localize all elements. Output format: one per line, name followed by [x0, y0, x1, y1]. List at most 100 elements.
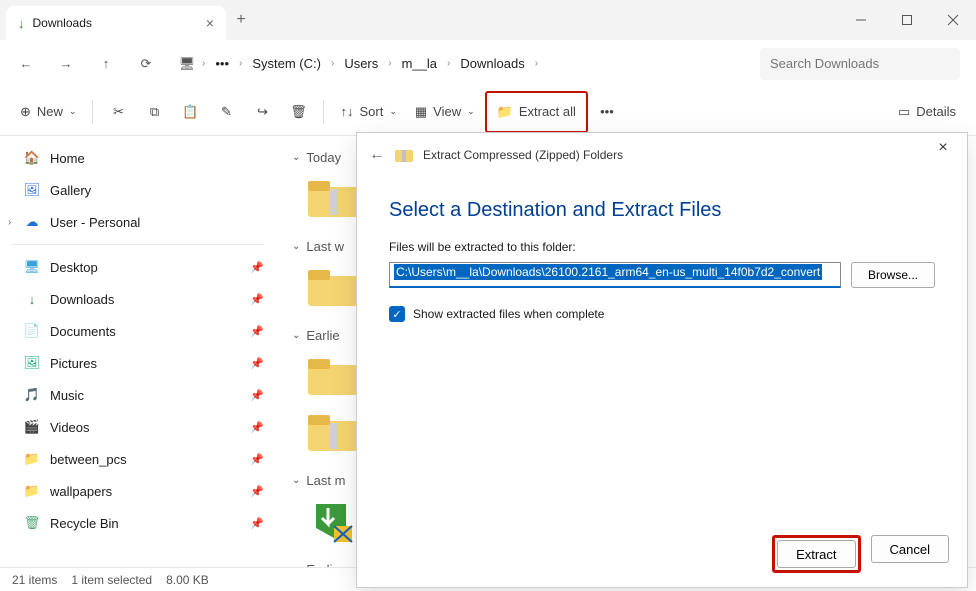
sidebar-label: Music: [50, 388, 84, 403]
cancel-button[interactable]: Cancel: [871, 535, 949, 563]
sidebar-item-downloads[interactable]: ↓Downloads📌: [0, 283, 276, 315]
cloud-icon: ☁: [24, 214, 40, 230]
zip-folder-icon[interactable]: [304, 175, 364, 221]
sidebar-item-home[interactable]: 🏠 Home: [0, 142, 276, 174]
chevron-down-icon: ⌄: [292, 241, 300, 252]
sidebar-label: Gallery: [50, 183, 91, 198]
chevron-right-icon: ›: [202, 58, 205, 69]
pin-icon: 📌: [250, 389, 264, 402]
sidebar-item-folder[interactable]: 📁between_pcs📌: [0, 443, 276, 475]
breadcrumb[interactable]: 🖥 › ••• › System (C:) › Users › m__la › …: [168, 47, 756, 81]
destination-input[interactable]: C:\Users\m__la\Downloads\26100.2161_arm6…: [389, 262, 841, 288]
nav-back-button[interactable]: ←: [8, 46, 44, 82]
minimize-button[interactable]: [838, 0, 884, 40]
paste-button[interactable]: 📋: [173, 95, 207, 129]
pin-icon: 📌: [250, 357, 264, 370]
sidebar-label: Home: [50, 151, 85, 166]
path-label: Files will be extracted to this folder:: [389, 240, 935, 254]
pin-icon: 📌: [250, 517, 264, 530]
chevron-right-icon: ›: [331, 58, 334, 69]
toolbar: ⊕ New ⌄ ✂ ⧉ 📋 ✎ ↪ 🗑 ↑↓ Sort ⌄ ▦ View ⌄ 📁…: [0, 88, 976, 136]
selection-info: 1 item selected: [71, 573, 152, 587]
installer-icon[interactable]: [304, 498, 364, 544]
sidebar-item-music[interactable]: 🎵 Music 📌: [0, 379, 276, 411]
rename-button[interactable]: ✎: [209, 95, 243, 129]
new-button[interactable]: ⊕ New ⌄: [12, 95, 84, 129]
sidebar-item-desktop[interactable]: 🖥Desktop📌: [0, 251, 276, 283]
sidebar-item-gallery[interactable]: 🖼 Gallery: [0, 174, 276, 206]
share-button[interactable]: ↪: [245, 95, 279, 129]
close-button[interactable]: [930, 0, 976, 40]
browse-button[interactable]: Browse...: [851, 262, 935, 288]
tab-title: Downloads: [33, 16, 198, 30]
pictures-icon: 🖼: [24, 355, 40, 371]
chevron-down-icon: ⌄: [292, 330, 300, 341]
navbar: ← → ↑ ⟳ 🖥 › ••• › System (C:) › Users › …: [0, 40, 976, 88]
downloads-icon: ↓: [24, 291, 40, 307]
sidebar-label: Pictures: [50, 356, 97, 371]
chevron-right-icon[interactable]: ›: [8, 217, 11, 228]
extract-all-label: Extract all: [519, 104, 576, 119]
breadcrumb-item[interactable]: System (C:): [246, 52, 327, 75]
nav-forward-button[interactable]: →: [48, 46, 84, 82]
chevron-down-icon: ⌄: [389, 106, 397, 117]
checkbox-label: Show extracted files when complete: [413, 307, 604, 321]
recycle-icon: 🗑: [24, 515, 40, 531]
more-button[interactable]: •••: [590, 95, 624, 129]
nav-up-button[interactable]: ↑: [88, 46, 124, 82]
extract-button[interactable]: Extract: [777, 540, 855, 568]
sidebar-item-folder[interactable]: 📁wallpapers📌: [0, 475, 276, 507]
destination-path-text: C:\Users\m__la\Downloads\26100.2161_arm6…: [394, 264, 822, 280]
search-input[interactable]: [760, 48, 960, 80]
new-tab-button[interactable]: +: [226, 11, 256, 29]
sidebar-item-user[interactable]: › ☁ User - Personal: [0, 206, 276, 238]
sidebar-item-recycle[interactable]: 🗑 Recycle Bin 📌: [0, 507, 276, 539]
sidebar-label: Downloads: [50, 292, 114, 307]
sort-label: Sort: [359, 104, 383, 119]
dialog-footer: Extract Cancel: [357, 521, 967, 587]
sidebar-item-videos[interactable]: 🎬Videos📌: [0, 411, 276, 443]
breadcrumb-item[interactable]: m__la: [396, 52, 443, 75]
dialog-close-button[interactable]: ×: [927, 139, 959, 157]
gallery-icon: 🖼: [24, 182, 40, 198]
breadcrumb-overflow[interactable]: •••: [209, 52, 235, 75]
copy-button[interactable]: ⧉: [137, 95, 171, 129]
back-icon[interactable]: ←: [369, 146, 385, 164]
details-icon: ▭: [898, 104, 910, 120]
sidebar-label: Recycle Bin: [50, 516, 119, 531]
cut-button[interactable]: ✂: [101, 95, 135, 129]
sidebar-label: Documents: [50, 324, 116, 339]
item-count: 21 items: [12, 573, 57, 587]
folder-icon: 📁: [24, 483, 40, 499]
checkbox-checked-icon: ✓: [389, 306, 405, 322]
music-icon: 🎵: [24, 387, 40, 403]
window-tab[interactable]: ↓ Downloads ×: [6, 6, 226, 40]
delete-button[interactable]: 🗑: [281, 95, 315, 129]
folder-icon[interactable]: [304, 264, 364, 310]
show-files-checkbox[interactable]: ✓ Show extracted files when complete: [389, 306, 935, 322]
close-tab-icon[interactable]: ×: [206, 15, 214, 31]
sidebar-item-documents[interactable]: 📄Documents📌: [0, 315, 276, 347]
downloads-icon: ↓: [18, 16, 25, 31]
sidebar: 🏠 Home 🖼 Gallery › ☁ User - Personal 🖥Deskto…: [0, 136, 276, 567]
view-button[interactable]: ▦ View ⌄: [407, 95, 483, 129]
sidebar-item-pictures[interactable]: 🖼 Pictures 📌: [0, 347, 276, 379]
home-icon: 🏠: [24, 150, 40, 166]
pin-icon: 📌: [250, 453, 264, 466]
maximize-button[interactable]: [884, 0, 930, 40]
group-label: Today: [306, 150, 341, 165]
group-label: Last w: [306, 239, 344, 254]
chevron-down-icon: ⌄: [292, 475, 300, 486]
nav-refresh-button[interactable]: ⟳: [128, 46, 164, 82]
sort-button[interactable]: ↑↓ Sort ⌄: [332, 95, 404, 129]
view-icon: ▦: [415, 104, 427, 120]
separator: [92, 100, 93, 124]
sidebar-label: between_pcs: [50, 452, 127, 467]
details-button[interactable]: ▭ Details: [890, 95, 964, 129]
extract-all-button[interactable]: 📁 Extract all: [489, 95, 584, 129]
breadcrumb-item[interactable]: Downloads: [454, 52, 530, 75]
breadcrumb-item[interactable]: Users: [338, 52, 384, 75]
folder-icon[interactable]: [304, 353, 364, 399]
sidebar-label: User - Personal: [50, 215, 140, 230]
zip-folder-icon[interactable]: [304, 409, 364, 455]
